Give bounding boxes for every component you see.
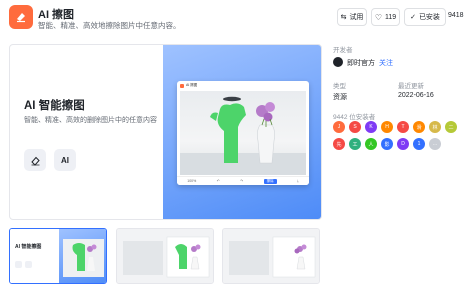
updated-value: 2022-06-16	[398, 92, 434, 99]
follow-link[interactable]: 关注	[379, 58, 393, 68]
hero-desc: 智能、精准、高效的删除图片中的任意内容	[24, 117, 157, 124]
zoom-level: 100%	[187, 179, 197, 183]
app-subtitle: 智能、精准、高效地擦除图片中任意内容。	[38, 21, 181, 30]
thumbnail-3[interactable]	[222, 228, 320, 284]
installer-avatar[interactable]: …	[429, 138, 441, 150]
download-icon: ⤓	[297, 179, 299, 183]
installed-label: 已安装	[418, 14, 440, 21]
undo-icon: ↶	[216, 179, 220, 183]
installer-avatar[interactable]: 工	[349, 138, 361, 150]
thumbnail-1[interactable]: AI 智能擦图	[9, 228, 107, 284]
window-toolbar: 100% ↶ ↷ 擦除 ⤓	[177, 176, 309, 185]
installer-avatar[interactable]: K	[365, 121, 377, 133]
app-header: AI 擦图 智能、精准、高效地擦除图片中任意内容。 ⇆ 试用 ♡ 119 ✓ 已…	[0, 0, 474, 36]
installer-avatar[interactable]: D	[397, 138, 409, 150]
installers-label: 9442 位安装者	[333, 114, 376, 121]
window-titlebar: AI 擦图	[177, 81, 309, 90]
developer-name[interactable]: 即时官方	[347, 58, 375, 68]
installer-avatar[interactable]: T	[397, 121, 409, 133]
thumb-ai-icon	[25, 261, 32, 268]
app-window-mock: AI 擦图 100% ↶ ↷ 擦除 ⤓	[177, 81, 309, 185]
heart-icon: ♡	[374, 12, 382, 22]
installer-avatar[interactable]: 滑	[413, 121, 425, 133]
type-value: 资源	[333, 94, 347, 101]
window-title: AI 擦图	[186, 83, 198, 87]
developer-logo	[333, 57, 343, 67]
installed-button[interactable]: ✓ 已安装	[404, 8, 446, 26]
photo-scene	[180, 91, 306, 175]
ai-badge: AI	[54, 149, 76, 171]
window-icon	[180, 83, 184, 88]
installer-avatar[interactable]: 影	[381, 138, 393, 150]
thumb-eraser-icon	[15, 261, 22, 268]
installer-avatar[interactable]: S	[349, 121, 361, 133]
thumbnail-2[interactable]	[116, 228, 214, 284]
updated-label: 最近更新	[398, 83, 424, 90]
installer-avatar[interactable]: 二	[445, 121, 457, 133]
install-count: 9418	[448, 12, 464, 19]
erase-action: 擦除	[263, 178, 277, 184]
hero-image: AI 擦图 100% ↶ ↷ 擦除 ⤓	[163, 45, 321, 219]
hero-title: AI 智能擦图	[24, 100, 85, 112]
main-preview[interactable]: AI 智能擦图 智能、精准、高效的删除图片中的任意内容 AI AI 擦图 100…	[9, 44, 322, 220]
check-icon: ✓	[410, 14, 416, 21]
installer-avatar[interactable]: 先	[333, 138, 345, 150]
thumb-blue-panel	[59, 229, 106, 283]
like-count: 119	[385, 13, 397, 21]
installer-avatar[interactable]: J	[333, 121, 345, 133]
eraser-tool-icon	[24, 149, 46, 171]
try-button[interactable]: ⇆ 试用	[337, 8, 367, 26]
type-label: 类型	[333, 83, 346, 90]
try-label: 试用	[349, 14, 364, 21]
eraser-icon	[9, 5, 33, 29]
installer-avatar[interactable]: H	[381, 121, 393, 133]
thumbnail-title: AI 智能擦图	[15, 244, 42, 250]
developer-label: 开发者	[333, 47, 353, 54]
installer-avatar[interactable]: 人	[365, 138, 377, 150]
like-button[interactable]: ♡ 119	[371, 8, 400, 26]
try-icon: ⇆	[340, 14, 347, 21]
installer-avatar[interactable]: 林	[429, 121, 441, 133]
redo-icon: ↷	[240, 179, 244, 183]
installer-avatar[interactable]: 1	[413, 138, 425, 150]
